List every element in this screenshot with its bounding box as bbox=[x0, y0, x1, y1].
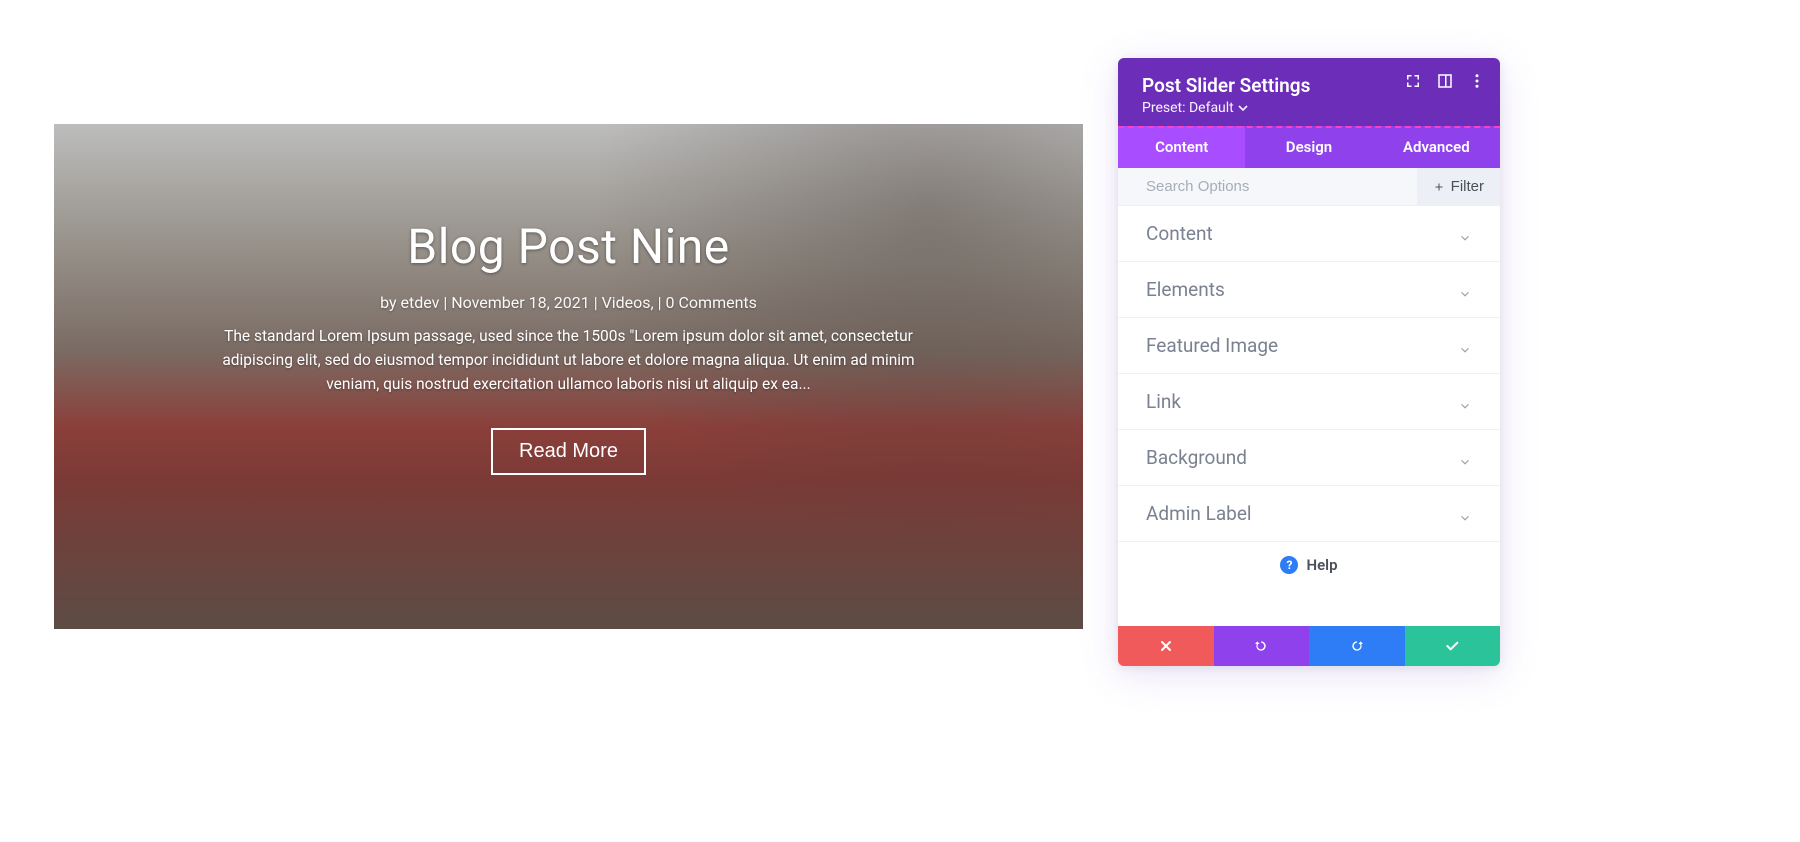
help-label: Help bbox=[1306, 556, 1337, 574]
settings-panel: Post Slider Settings Preset: Default Con… bbox=[1118, 58, 1500, 666]
close-icon bbox=[1158, 638, 1174, 654]
chevron-down-icon bbox=[1458, 395, 1472, 409]
redo-button[interactable] bbox=[1309, 626, 1405, 666]
section-featured-image[interactable]: Featured Image bbox=[1118, 318, 1500, 374]
filter-label: Filter bbox=[1451, 178, 1484, 195]
section-label: Background bbox=[1146, 446, 1247, 469]
section-label: Link bbox=[1146, 390, 1181, 413]
search-row: Filter bbox=[1118, 168, 1500, 206]
section-elements[interactable]: Elements bbox=[1118, 262, 1500, 318]
expand-icon[interactable] bbox=[1404, 72, 1422, 90]
panel-header-actions bbox=[1404, 72, 1486, 90]
section-content[interactable]: Content bbox=[1118, 206, 1500, 262]
tab-content[interactable]: Content bbox=[1118, 126, 1245, 168]
save-button[interactable] bbox=[1405, 626, 1501, 666]
read-more-button[interactable]: Read More bbox=[491, 428, 646, 475]
help-icon: ? bbox=[1280, 556, 1298, 574]
chevron-down-icon bbox=[1238, 103, 1248, 113]
preset-selector[interactable]: Preset: Default bbox=[1142, 100, 1248, 116]
undo-icon bbox=[1253, 638, 1269, 654]
tab-advanced[interactable]: Advanced bbox=[1373, 126, 1500, 168]
slide-meta: by etdev | November 18, 2021 | Videos, |… bbox=[199, 293, 939, 312]
chevron-down-icon bbox=[1458, 451, 1472, 465]
section-link[interactable]: Link bbox=[1118, 374, 1500, 430]
section-admin-label[interactable]: Admin Label bbox=[1118, 486, 1500, 542]
section-list: Content Elements Featured Image Link Bac… bbox=[1118, 206, 1500, 626]
chevron-down-icon bbox=[1458, 339, 1472, 353]
chevron-down-icon bbox=[1458, 283, 1472, 297]
chevron-down-icon bbox=[1458, 227, 1472, 241]
redo-icon bbox=[1349, 638, 1365, 654]
tab-design[interactable]: Design bbox=[1245, 126, 1372, 168]
section-background[interactable]: Background bbox=[1118, 430, 1500, 486]
search-input[interactable] bbox=[1118, 168, 1417, 205]
preset-label: Preset: Default bbox=[1142, 100, 1234, 116]
slide-title: Blog Post Nine bbox=[199, 218, 939, 275]
slide-excerpt: The standard Lorem Ipsum passage, used s… bbox=[199, 324, 939, 396]
chevron-down-icon bbox=[1458, 507, 1472, 521]
panel-header: Post Slider Settings Preset: Default bbox=[1118, 58, 1500, 126]
check-icon bbox=[1444, 638, 1460, 654]
section-label: Content bbox=[1146, 222, 1213, 245]
section-label: Admin Label bbox=[1146, 502, 1252, 525]
plus-icon bbox=[1433, 181, 1445, 193]
more-menu-icon[interactable] bbox=[1468, 72, 1486, 90]
snap-panel-icon[interactable] bbox=[1436, 72, 1454, 90]
post-slider-preview: Blog Post Nine by etdev | November 18, 2… bbox=[54, 124, 1083, 629]
section-label: Featured Image bbox=[1146, 334, 1278, 357]
cancel-button[interactable] bbox=[1118, 626, 1214, 666]
slide-content: Blog Post Nine by etdev | November 18, 2… bbox=[169, 218, 969, 475]
panel-footer bbox=[1118, 626, 1500, 666]
panel-tabs: Content Design Advanced bbox=[1118, 126, 1500, 168]
help-row[interactable]: ? Help bbox=[1118, 542, 1500, 590]
section-label: Elements bbox=[1146, 278, 1225, 301]
filter-button[interactable]: Filter bbox=[1417, 168, 1500, 205]
undo-button[interactable] bbox=[1214, 626, 1310, 666]
